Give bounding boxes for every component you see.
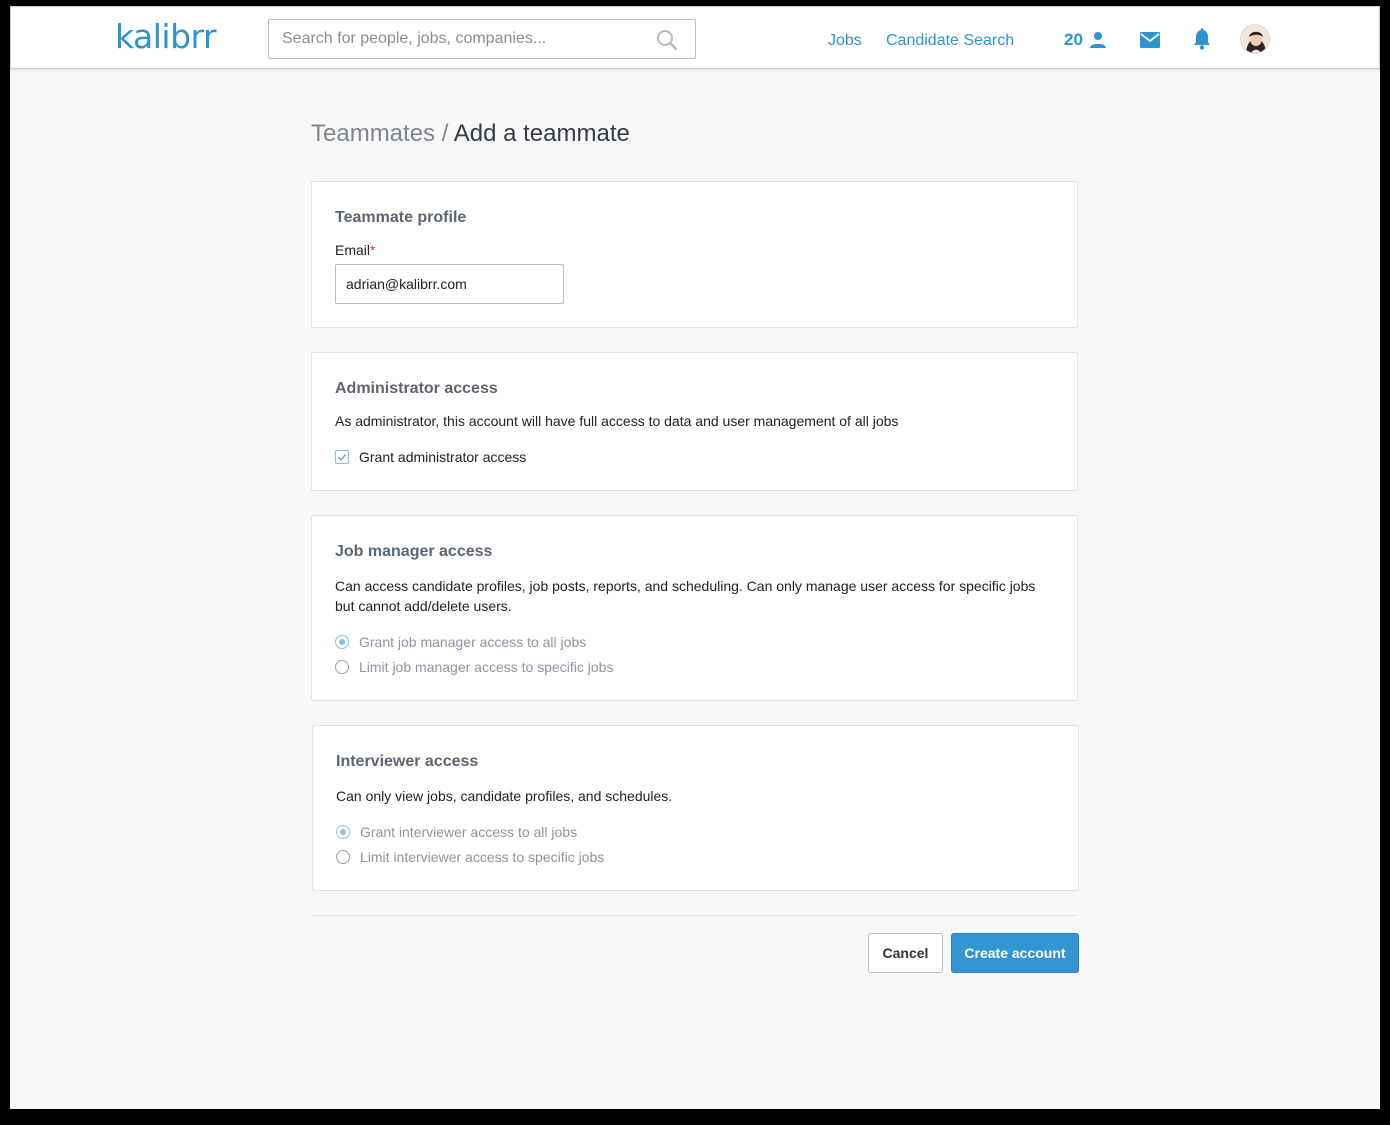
interviewer-access-title: Interviewer access bbox=[336, 753, 479, 770]
administrator-access-card: Administrator access As administrator, t… bbox=[311, 352, 1078, 491]
interviewer-all-jobs-option[interactable]: Grant interviewer access to all jobs bbox=[336, 822, 577, 842]
seat-count: 20 bbox=[1064, 30, 1083, 49]
job-manager-access-card: Job manager access Can access candidate … bbox=[311, 515, 1078, 701]
avatar-image bbox=[1241, 25, 1269, 53]
interviewer-access-card: Interviewer access Can only view jobs, c… bbox=[312, 725, 1079, 891]
nav-candidate-search-link[interactable]: Candidate Search bbox=[886, 32, 1014, 50]
person-icon bbox=[1090, 32, 1106, 48]
form-divider bbox=[311, 915, 1078, 916]
administrator-access-title: Administrator access bbox=[335, 380, 498, 397]
breadcrumb-separator: / bbox=[441, 120, 449, 147]
teammate-profile-title: Teammate profile bbox=[335, 209, 467, 226]
job-manager-all-jobs-option[interactable]: Grant job manager access to all jobs bbox=[335, 632, 586, 652]
job-manager-all-jobs-label: Grant job manager access to all jobs bbox=[359, 634, 587, 650]
checkmark-icon bbox=[338, 454, 347, 462]
interviewer-all-jobs-label: Grant interviewer access to all jobs bbox=[360, 824, 578, 840]
search-box[interactable] bbox=[268, 19, 696, 59]
app-window: kalibrr Jobs Candidate Search 20 bbox=[10, 6, 1380, 1109]
job-manager-access-description: Can access candidate profiles, job posts… bbox=[335, 578, 1036, 614]
email-label: Email* bbox=[335, 242, 375, 258]
job-manager-all-jobs-radio[interactable] bbox=[335, 635, 349, 649]
nav-jobs-link[interactable]: Jobs bbox=[828, 32, 862, 50]
user-avatar[interactable] bbox=[1240, 24, 1270, 54]
seat-count-button[interactable]: 20 bbox=[1064, 30, 1106, 52]
bell-icon[interactable] bbox=[1192, 28, 1212, 50]
job-manager-specific-jobs-radio[interactable] bbox=[335, 660, 349, 674]
kalibrr-logo[interactable]: kalibrr bbox=[115, 17, 217, 56]
email-label-text: Email bbox=[335, 242, 371, 258]
cancel-button[interactable]: Cancel bbox=[868, 933, 943, 973]
job-manager-specific-jobs-option[interactable]: Limit job manager access to specific job… bbox=[335, 657, 613, 677]
top-navigation-bar: kalibrr Jobs Candidate Search 20 bbox=[10, 6, 1380, 69]
interviewer-access-description: Can only view jobs, candidate profiles, … bbox=[336, 788, 673, 804]
mail-icon[interactable] bbox=[1139, 31, 1161, 49]
grant-admin-option[interactable]: Grant administrator access bbox=[335, 447, 526, 467]
breadcrumb-teammates[interactable]: Teammates bbox=[311, 120, 435, 147]
search-input[interactable] bbox=[269, 20, 649, 58]
grant-admin-label: Grant administrator access bbox=[359, 449, 527, 465]
email-field[interactable] bbox=[335, 264, 564, 304]
job-manager-access-title: Job manager access bbox=[335, 543, 493, 560]
administrator-access-description: As administrator, this account will have… bbox=[335, 413, 899, 429]
job-manager-specific-jobs-label: Limit job manager access to specific job… bbox=[359, 659, 614, 675]
page-title: Teammates / Add a teammate bbox=[311, 120, 630, 148]
interviewer-specific-jobs-option[interactable]: Limit interviewer access to specific job… bbox=[336, 847, 604, 867]
breadcrumb-current: Add a teammate bbox=[453, 120, 630, 147]
interviewer-all-jobs-radio[interactable] bbox=[336, 825, 350, 839]
interviewer-specific-jobs-radio[interactable] bbox=[336, 850, 350, 864]
required-marker: * bbox=[370, 242, 376, 258]
create-account-button[interactable]: Create account bbox=[951, 933, 1079, 973]
grant-admin-checkbox[interactable] bbox=[335, 450, 349, 464]
teammate-profile-card: Teammate profile Email* bbox=[311, 181, 1078, 328]
interviewer-specific-jobs-label: Limit interviewer access to specific job… bbox=[360, 849, 605, 865]
search-icon[interactable] bbox=[656, 29, 678, 51]
